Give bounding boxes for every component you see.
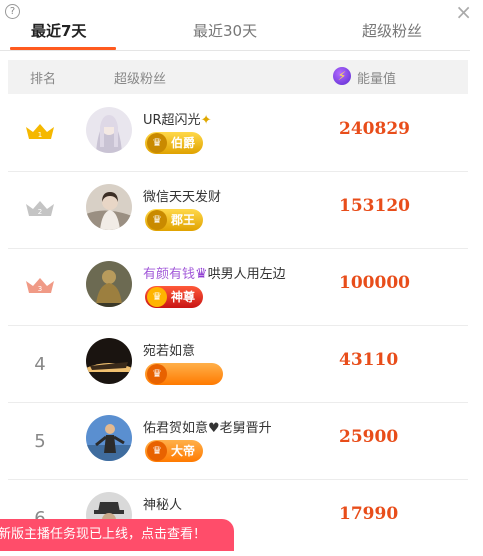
- badge-label: 神尊: [171, 290, 196, 304]
- badge-crest-icon: ♛: [147, 287, 167, 307]
- rank-badge: ♛ 伯爵: [145, 132, 204, 154]
- svg-text:3: 3: [38, 285, 42, 293]
- header-energy: 能量值: [357, 72, 397, 87]
- purple-crown-icon: ♛: [195, 266, 208, 282]
- energy-value: 100000: [339, 273, 410, 293]
- gold-crown-icon: 1: [26, 124, 54, 139]
- badge-label: 伯爵: [171, 136, 196, 150]
- fan-name: 宛若如意: [143, 344, 196, 359]
- avatar[interactable]: [86, 184, 132, 230]
- rank-badge: ♛ 神尊: [145, 286, 204, 308]
- fan-name-text: UR超闪光: [143, 113, 201, 128]
- badge-label: 郡王: [171, 213, 196, 227]
- avatar[interactable]: [86, 107, 132, 153]
- svg-text:2: 2: [38, 208, 42, 216]
- energy-value: 17990: [339, 504, 399, 524]
- avatar[interactable]: [86, 415, 132, 461]
- table-row[interactable]: 5 佑君贺如意♥老舅晋升 ♛ 大帝 25900: [8, 403, 468, 480]
- fan-name-suffix: 哄男人用左边: [207, 267, 286, 282]
- header-rank: 排名: [30, 72, 57, 87]
- energy-value: 43110: [339, 350, 399, 370]
- badge-label: 大帝: [171, 444, 196, 458]
- fan-name: UR超闪光✦: [143, 109, 211, 128]
- active-tab-indicator: [10, 47, 116, 50]
- tab-super-fans[interactable]: 超级粉丝: [362, 20, 422, 41]
- table-header: 排名 超级粉丝 ⚡ 能量值: [8, 60, 468, 94]
- fan-name-highlight: 有颜有钱: [143, 267, 196, 282]
- fan-name: 微信天天发财: [143, 190, 222, 205]
- energy-value: 240829: [339, 119, 410, 139]
- badge-crest-icon: ♛: [147, 441, 167, 461]
- badge-crest-icon: ♛: [147, 210, 167, 230]
- silver-crown-icon: 2: [26, 201, 54, 216]
- badge-crest-icon: ♛: [147, 133, 167, 153]
- rank-badge: ♛ 大帝: [145, 440, 204, 462]
- fan-name: 有颜有钱♛哄男人用左边: [143, 263, 286, 282]
- notification-toast[interactable]: 新版主播任务现已上线，点击查看！: [0, 519, 234, 551]
- bronze-crown-icon: 3: [26, 278, 54, 293]
- energy-icon: ⚡: [333, 67, 351, 85]
- table-row[interactable]: 2 微信天天发财 ♛ 郡王 153120: [8, 172, 468, 249]
- tab-7-days[interactable]: 最近7天: [31, 20, 86, 41]
- rank-badge: ♛: [145, 363, 223, 385]
- fan-name: 神秘人: [143, 498, 183, 513]
- energy-value: 25900: [339, 427, 399, 447]
- table-row[interactable]: 1 UR超闪光✦ ♛ 伯爵 240829: [8, 95, 468, 172]
- energy-value: 153120: [339, 196, 410, 216]
- tab-30-days[interactable]: 最近30天: [193, 20, 257, 41]
- badge-crest-icon: ♛: [147, 364, 167, 384]
- rank-number: 4: [34, 354, 46, 375]
- table-row[interactable]: 3 有颜有钱♛哄男人用左边 ♛ 神尊 100000: [8, 249, 468, 326]
- avatar[interactable]: [86, 338, 132, 384]
- svg-text:1: 1: [38, 131, 42, 139]
- header-fans: 超级粉丝: [114, 72, 167, 87]
- rank-number: 5: [34, 431, 46, 452]
- fan-name: 佑君贺如意♥老舅晋升: [143, 421, 272, 436]
- rank-badge: ♛ 郡王: [145, 209, 204, 231]
- tab-bar: 最近7天 最近30天 超级粉丝: [0, 10, 470, 51]
- table-row[interactable]: 4 宛若如意 ♛ 43110: [8, 326, 468, 403]
- avatar[interactable]: [86, 261, 132, 307]
- sparkle-icon: ✦: [200, 113, 212, 128]
